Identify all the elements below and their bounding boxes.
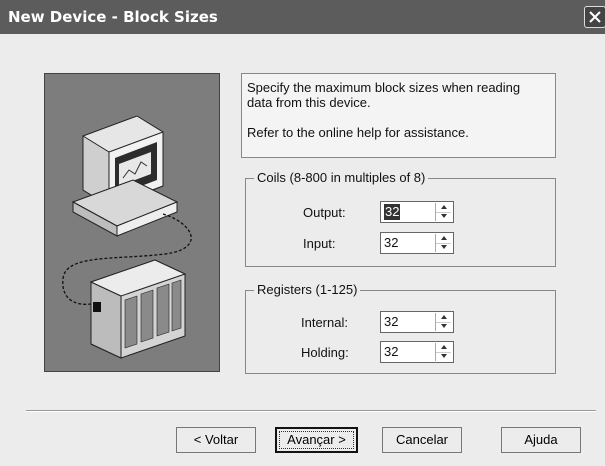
holding-spin-down[interactable] [436,352,451,361]
registers-group: Registers (1-125) Internal: 32 Holding: … [245,282,556,374]
input-label: Input: [303,236,336,251]
cancel-button[interactable]: Cancelar [382,427,462,453]
back-button[interactable]: < Voltar [176,427,256,453]
chevron-down-icon [441,245,447,249]
output-spinner[interactable]: 32 [380,201,454,223]
plc-device-icon [89,259,187,359]
internal-spin-down[interactable] [436,322,451,331]
chevron-up-icon [441,345,447,349]
chevron-up-icon [441,205,447,209]
internal-spinner[interactable]: 32 [380,311,454,333]
output-spin-buttons[interactable] [435,203,451,221]
input-spin-buttons[interactable] [435,234,451,252]
instructions-line-1: Specify the maximum block sizes when rea… [247,80,521,95]
chevron-down-icon [441,354,447,358]
internal-spin-buttons[interactable] [435,313,451,331]
output-spin-down[interactable] [436,212,451,221]
output-value[interactable]: 32 [384,204,401,220]
coils-group: Coils (8-800 in multiples of 8) Output: … [245,170,556,267]
holding-value[interactable]: 32 [384,344,398,360]
output-label: Output: [303,205,346,220]
holding-label: Holding: [301,345,349,360]
title-bar: New Device - Block Sizes [0,0,605,34]
registers-legend: Registers (1-125) [254,282,361,298]
instructions-line-2: data from this device. [247,95,371,110]
input-value[interactable]: 32 [384,235,398,251]
computer-plc-illustration [44,73,220,372]
chevron-up-icon [441,315,447,319]
chevron-down-icon [441,324,447,328]
chevron-down-icon [441,214,447,218]
computer-icon [71,115,179,237]
help-button[interactable]: Ajuda [501,427,581,453]
input-spinner[interactable]: 32 [380,232,454,254]
internal-value[interactable]: 32 [384,314,398,330]
holding-spinner[interactable]: 32 [380,341,454,363]
instructions-panel: Specify the maximum block sizes when rea… [241,73,556,158]
button-separator [26,410,596,412]
close-icon [589,11,601,23]
instructions-line-3: Refer to the online help for assistance. [247,125,469,140]
chevron-up-icon [441,236,447,240]
holding-spin-buttons[interactable] [435,343,451,361]
internal-label: Internal: [301,315,348,330]
input-spin-down[interactable] [436,243,451,252]
coils-legend: Coils (8-800 in multiples of 8) [254,170,429,186]
next-button-label: Avançar > [279,431,354,449]
window-title: New Device - Block Sizes [8,8,218,26]
next-button[interactable]: Avançar > [275,427,358,453]
close-button[interactable] [584,6,605,28]
